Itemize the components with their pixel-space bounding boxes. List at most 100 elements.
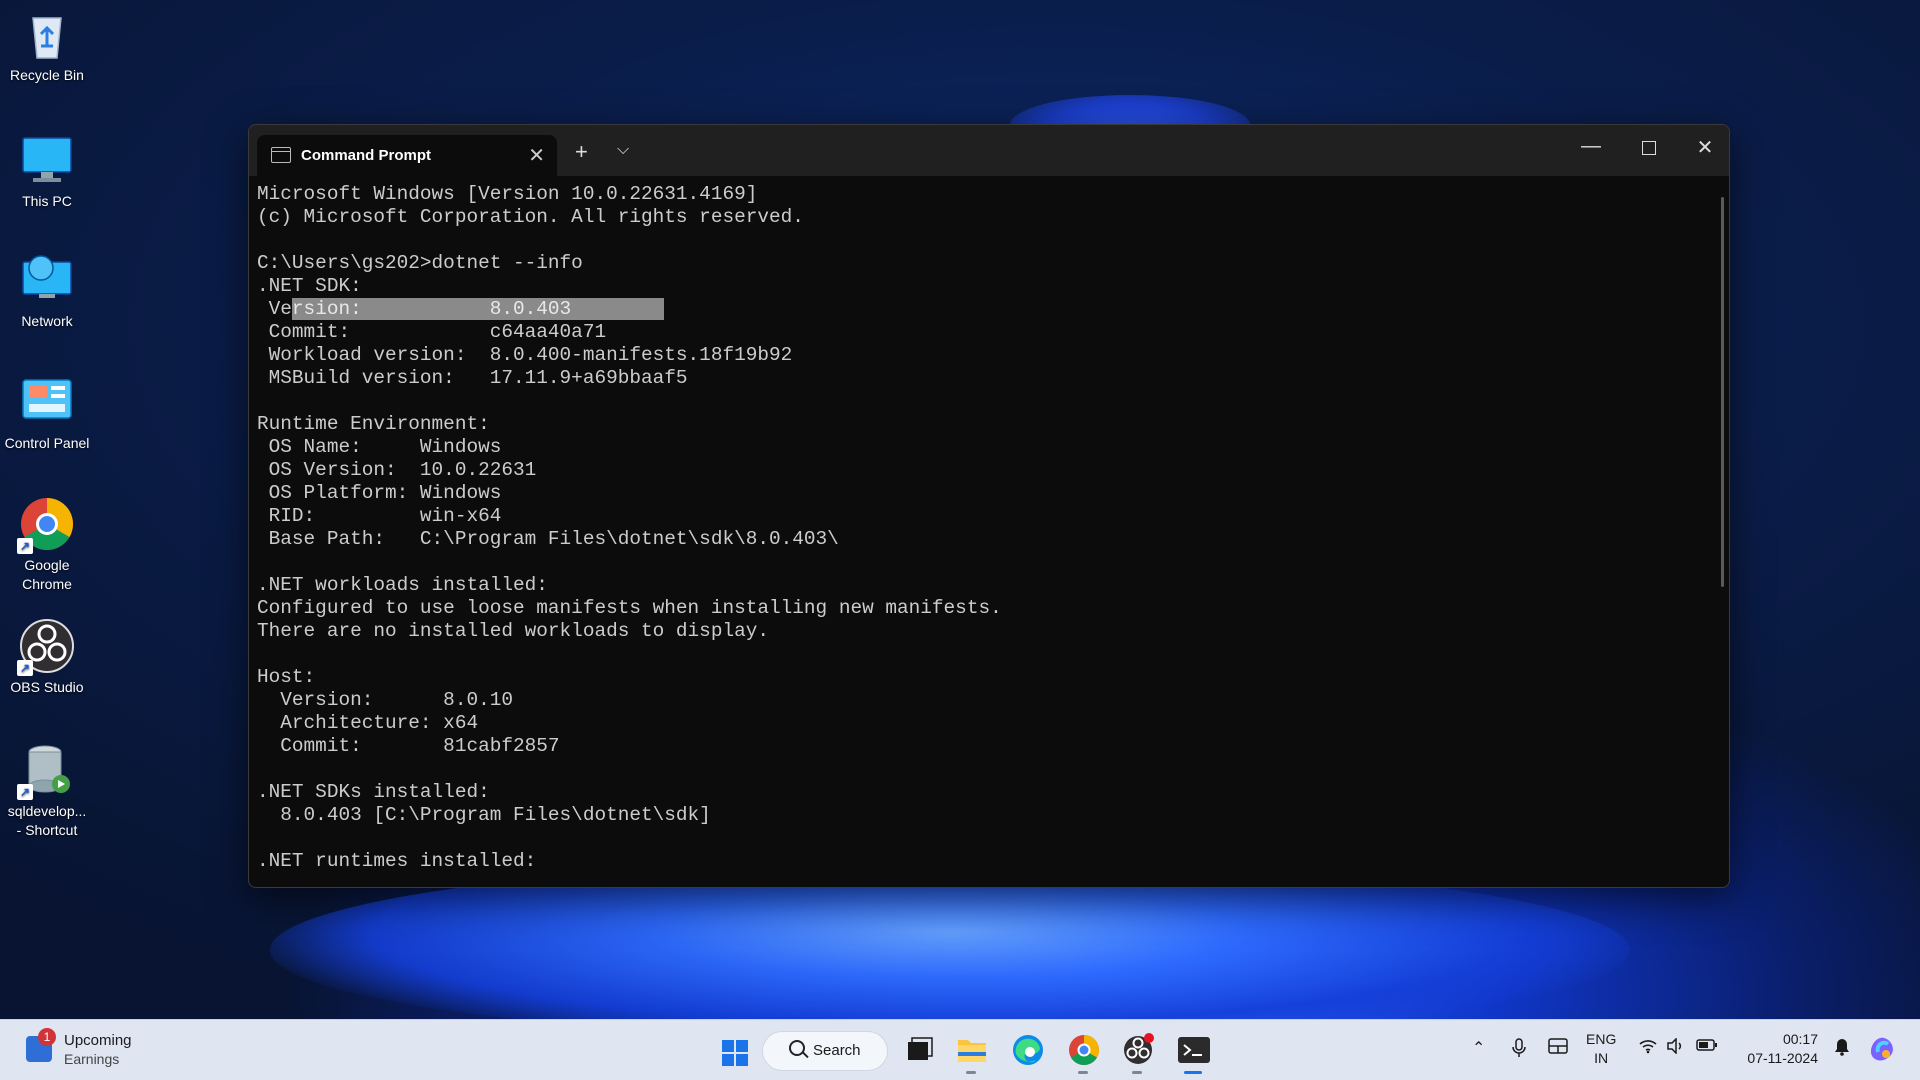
desktop-icon-sqldeveloper-shortcut[interactable]: ↗ sqldevelop... - Shortcut — [0, 742, 94, 840]
notification-bell-icon[interactable] — [1834, 1038, 1850, 1061]
search-icon — [789, 1040, 805, 1056]
desktop-icon-obs-studio[interactable]: ↗ OBS Studio — [0, 618, 94, 697]
chrome-icon — [1069, 1035, 1100, 1066]
console-line: .NET SDKs installed: — [257, 781, 490, 803]
network-icon — [19, 252, 75, 308]
console-line-text: Ve — [257, 298, 292, 320]
taskbar-search[interactable]: Search — [762, 1031, 888, 1071]
command-prompt-window[interactable]: Command Prompt ✕ + ⌵ — ✕ Microsoft Windo… — [248, 124, 1730, 888]
running-indicator — [1078, 1071, 1088, 1074]
region-code: IN — [1594, 1050, 1609, 1066]
running-indicator — [966, 1071, 976, 1074]
console-line: There are no installed workloads to disp… — [257, 620, 769, 642]
running-indicator — [1132, 1071, 1142, 1074]
console-line: .NET workloads installed: — [257, 574, 548, 596]
copilot-icon[interactable] — [1866, 1032, 1898, 1069]
windows-logo-icon — [722, 1040, 734, 1052]
desktop-icon-this-pc[interactable]: This PC — [0, 132, 94, 211]
maximize-icon — [1642, 141, 1656, 155]
clock[interactable]: 00:17 07-11-2024 — [1732, 1030, 1818, 1068]
console-line: OS Platform: Windows — [257, 482, 502, 504]
taskbar: 1 Upcoming Earnings Search ⌃ ENG IN 00:1… — [0, 1019, 1920, 1080]
console-line: Configured to use loose manifests when i… — [257, 597, 1002, 619]
keyboard-layout-icon[interactable] — [1548, 1038, 1568, 1059]
console-line: (c) Microsoft Corporation. All rights re… — [257, 206, 804, 228]
task-view-icon — [908, 1037, 933, 1060]
database-icon: ↗ — [17, 742, 75, 800]
desktop-icon-recycle-bin[interactable]: Recycle Bin — [0, 6, 94, 85]
new-tab-button[interactable]: + — [575, 139, 588, 165]
obs-icon: ↗ — [17, 618, 75, 676]
obs-icon — [1124, 1033, 1154, 1064]
control-panel-icon — [19, 374, 75, 430]
minimize-button[interactable]: — — [1571, 135, 1611, 158]
chevron-up-icon[interactable]: ⌃ — [1472, 1038, 1485, 1058]
console-line: OS Version: 10.0.22631 — [257, 459, 537, 481]
close-window-button[interactable]: ✕ — [1685, 135, 1725, 160]
taskbar-app-edge[interactable] — [1006, 1030, 1050, 1070]
desktop-icon-control-panel[interactable]: Control Panel — [0, 374, 94, 453]
tab-title: Command Prompt — [301, 147, 432, 164]
tab-command-prompt[interactable]: Command Prompt ✕ — [257, 135, 557, 176]
microphone-icon[interactable] — [1512, 1038, 1526, 1063]
volume-icon[interactable] — [1666, 1037, 1686, 1059]
terminal-icon — [1178, 1037, 1210, 1063]
taskbar-app-terminal[interactable] — [1172, 1030, 1216, 1074]
taskbar-app-chrome[interactable] — [1062, 1030, 1106, 1074]
console-line: Commit: 81cabf2857 — [257, 735, 560, 757]
console-line: Workload version: 8.0.400-manifests.18f1… — [257, 344, 793, 366]
edge-icon — [1013, 1035, 1043, 1065]
console-line: Commit: c64aa40a71 — [257, 321, 607, 343]
console-line: Architecture: x64 — [257, 712, 479, 734]
clock-time: 00:17 — [1782, 1031, 1818, 1047]
battery-icon[interactable] — [1696, 1038, 1718, 1057]
active-indicator — [1184, 1071, 1202, 1074]
console-line: C:\Users\gs202>dotnet --info — [257, 252, 583, 274]
desktop-icon-google-chrome[interactable]: ↗ Google Chrome — [0, 496, 94, 594]
desktop-icon-network[interactable]: Network — [0, 252, 94, 331]
terminal-icon — [271, 147, 291, 163]
widget-subtitle: Earnings — [64, 1051, 120, 1067]
task-view-button[interactable] — [896, 1030, 940, 1070]
shortcut-arrow-icon: ↗ — [17, 660, 33, 676]
system-tray: ⌃ ENG IN 00:17 07-11-2024 — [1460, 1020, 1920, 1080]
folder-icon — [958, 1040, 986, 1062]
console-line: Host: — [257, 666, 316, 688]
clock-date: 07-11-2024 — [1747, 1050, 1818, 1066]
text-selection: rsion: 8.0.403 — [291, 298, 665, 320]
console-output[interactable]: Microsoft Windows [Version 10.0.22631.41… — [257, 183, 1709, 887]
taskbar-app-file-explorer[interactable] — [950, 1030, 994, 1074]
console-line: OS Name: Windows — [257, 436, 502, 458]
search-label: Search — [813, 1042, 861, 1059]
console-line: Microsoft Windows [Version 10.0.22631.41… — [257, 183, 758, 205]
window-titlebar[interactable]: Command Prompt ✕ + ⌵ — ✕ — [249, 125, 1729, 176]
chevron-down-icon[interactable]: ⌵ — [617, 141, 629, 159]
language-indicator[interactable]: ENG IN — [1586, 1030, 1616, 1068]
console-line: .NET runtimes installed: — [257, 850, 537, 872]
widget-title: Upcoming — [64, 1032, 132, 1049]
shortcut-arrow-icon: ↗ — [17, 784, 33, 800]
console-line: MSBuild version: 17.11.9+a69bbaaf5 — [257, 367, 688, 389]
start-button[interactable] — [712, 1030, 756, 1070]
console-line: .NET SDK: — [257, 275, 362, 297]
wifi-icon[interactable] — [1638, 1038, 1658, 1059]
taskbar-app-obs[interactable] — [1116, 1030, 1160, 1074]
scrollbar[interactable] — [1721, 197, 1724, 587]
language-code: ENG — [1586, 1031, 1617, 1047]
notification-badge: 1 — [38, 1028, 56, 1046]
maximize-button[interactable] — [1629, 135, 1669, 161]
close-tab-button[interactable]: ✕ — [528, 143, 545, 168]
console-line: RID: win-x64 — [257, 505, 502, 527]
console-line: Version: 8.0.10 — [257, 689, 513, 711]
console-line: Version: 8.0.403 — [257, 298, 1709, 321]
console-line: 8.0.403 [C:\Program Files\dotnet\sdk] — [257, 804, 711, 826]
console-line: Base Path: C:\Program Files\dotnet\sdk\8… — [257, 528, 839, 550]
shortcut-arrow-icon: ↗ — [17, 538, 33, 554]
monitor-icon — [19, 132, 75, 188]
